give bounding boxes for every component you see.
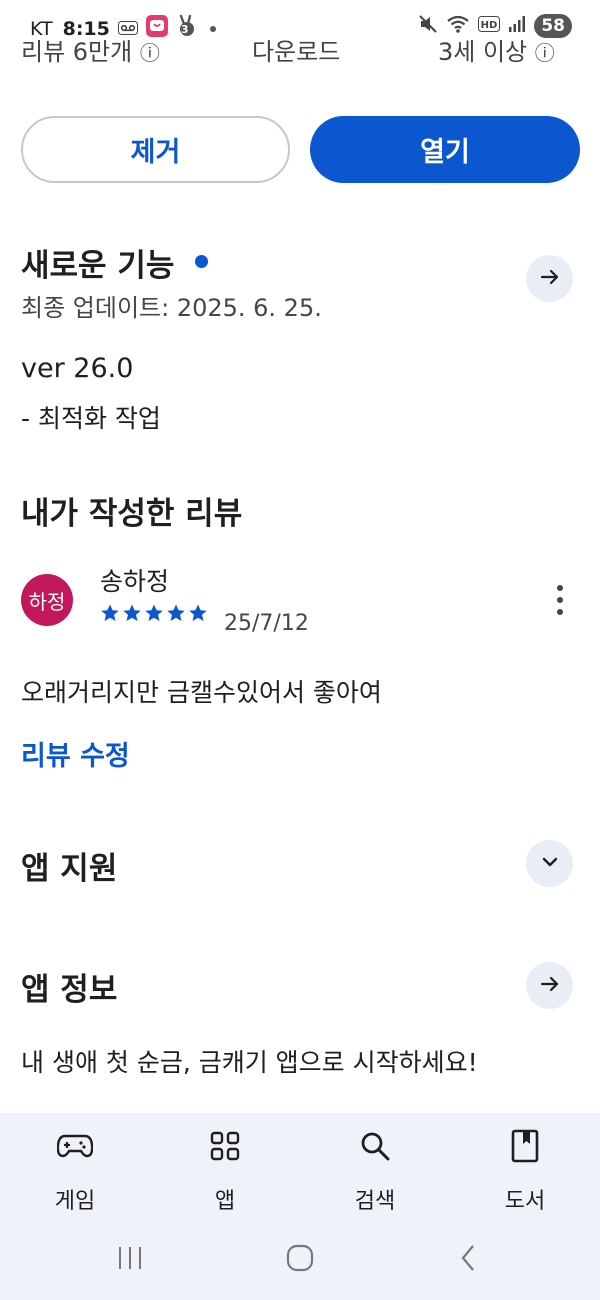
app-info-title[interactable]: 앱 정보 (21, 964, 117, 1009)
recent-apps-button[interactable] (110, 1243, 150, 1277)
back-icon (458, 1243, 478, 1277)
book-icon (511, 1127, 539, 1165)
reviews-count[interactable]: 리뷰 6만개 ⓘ (21, 32, 160, 64)
my-review-title: 내가 작성한 리뷰 (21, 496, 243, 532)
review-date: 25/7/12 (224, 611, 309, 636)
star-rating (100, 603, 208, 623)
whats-new-title[interactable]: 새로운 기능 (21, 240, 174, 285)
nav-label-books: 도서 (504, 1189, 546, 1214)
star-icon (145, 604, 163, 621)
nav-label-games: 게임 (54, 1189, 96, 1214)
chevron-down-icon (539, 851, 561, 877)
last-updated-text: 최종 업데이트: 2025. 6. 25. (21, 294, 322, 322)
release-notes-text: - 최적화 작업 (21, 404, 161, 433)
whats-new-arrow-button[interactable] (526, 255, 573, 302)
open-button[interactable]: 열기 (310, 116, 580, 183)
apps-grid-icon (210, 1127, 240, 1165)
arrow-right-icon (538, 972, 562, 1000)
app-stats-row: 리뷰 6만개 ⓘ 다운로드 3세 이상 ⓘ (0, 30, 600, 64)
home-button[interactable] (280, 1243, 320, 1277)
downloads-label: 다운로드 (252, 38, 341, 64)
nav-item-games[interactable]: 게임 (15, 1127, 135, 1215)
nav-item-search[interactable]: 검색 (315, 1127, 435, 1215)
reviewer-name: 송하정 (100, 567, 170, 596)
app-support-title[interactable]: 앱 지원 (21, 843, 117, 888)
app-support-expand-button[interactable] (526, 840, 573, 887)
app-description: 내 생애 첫 순금, 금캐기 앱으로 시작하세요! (21, 1048, 478, 1077)
back-button[interactable] (448, 1243, 488, 1277)
home-icon (285, 1243, 315, 1277)
avatar: 하정 (21, 574, 73, 626)
star-icon (189, 604, 207, 621)
review-text: 오래거리지만 금캘수있어서 좋아여 (21, 678, 382, 707)
gamepad-icon (57, 1127, 93, 1165)
info-icon: ⓘ (139, 41, 160, 64)
version-text: ver 26.0 (21, 353, 134, 384)
bottom-navigation: 게임 앱 검색 도서 (0, 1113, 600, 1300)
reviews-count-label: 리뷰 6만개 (21, 38, 133, 64)
arrow-right-icon (538, 265, 562, 293)
recents-icon (116, 1245, 144, 1275)
nav-label-apps: 앱 (214, 1189, 236, 1214)
new-indicator-dot (195, 255, 208, 268)
search-icon (359, 1127, 391, 1165)
more-options-icon[interactable] (548, 585, 572, 615)
nav-item-apps[interactable]: 앱 (165, 1127, 285, 1215)
age-rating-label: 3세 이상 (438, 38, 528, 64)
edit-review-link[interactable]: 리뷰 수정 (21, 734, 130, 773)
uninstall-button[interactable]: 제거 (21, 116, 290, 183)
star-icon (167, 604, 185, 621)
app-info-arrow-button[interactable] (526, 962, 573, 1009)
nav-label-search: 검색 (354, 1189, 396, 1214)
star-icon (101, 604, 119, 621)
info-icon: ⓘ (534, 41, 555, 64)
nav-item-books[interactable]: 도서 (465, 1127, 585, 1215)
age-rating[interactable]: 3세 이상 ⓘ (438, 32, 555, 64)
star-icon (123, 604, 141, 621)
